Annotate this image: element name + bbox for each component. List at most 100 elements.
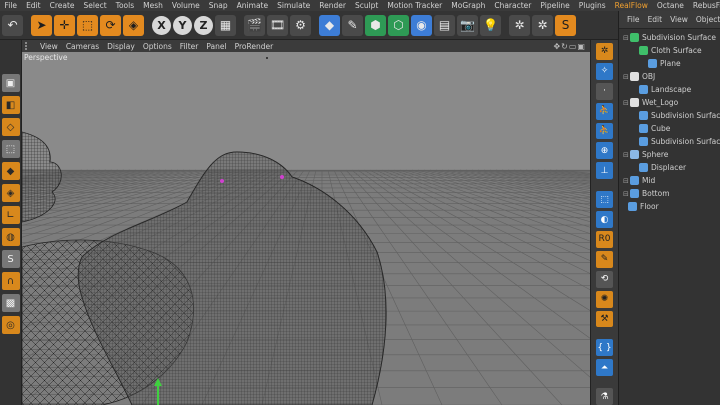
tree-item-sphere[interactable]: ⊟ Sphere: [619, 148, 720, 161]
tree-item-wet-logo[interactable]: ⊟ Wet_Logo: [619, 96, 720, 109]
menu-item-animate[interactable]: Animate: [232, 1, 272, 10]
model-icon[interactable]: ▣: [1, 74, 20, 92]
realflow-scene-icon[interactable]: ✲: [596, 43, 613, 60]
tree-item-mid[interactable]: ⊟ Mid: [619, 174, 720, 187]
camera-icon[interactable]: 📷: [457, 14, 478, 36]
cube-icon[interactable]: ◆: [319, 14, 340, 36]
tree-item-cloth-surface[interactable]: Cloth Surface: [619, 44, 720, 57]
menu-item-tools[interactable]: Tools: [111, 1, 138, 10]
mesher-icon[interactable]: ⛹: [596, 102, 613, 120]
menu-item-realflow[interactable]: RealFlow: [610, 1, 652, 10]
menu-item-edit[interactable]: Edit: [22, 1, 46, 10]
axis-x-icon[interactable]: X: [152, 15, 171, 35]
coordinate-system-icon[interactable]: ▦: [215, 14, 236, 36]
light-icon[interactable]: 💡: [480, 14, 501, 36]
environment-icon[interactable]: ◉: [411, 14, 432, 36]
mesh-icon[interactable]: ◧: [1, 96, 20, 114]
menu-item-character[interactable]: Character: [490, 1, 536, 10]
realflow-icon-2[interactable]: ✲: [532, 14, 553, 36]
import-icon[interactable]: ⚗: [596, 388, 613, 405]
point-icon[interactable]: ◇: [1, 118, 20, 136]
viewport-nav-icons[interactable]: ✥↻▭▣: [553, 42, 590, 51]
menu-item-octane[interactable]: Octane: [652, 1, 688, 10]
object-menu-view[interactable]: View: [666, 15, 692, 24]
menu-item-motion-tracker[interactable]: Motion Tracker: [383, 1, 447, 10]
axis-z-icon[interactable]: Z: [194, 15, 213, 35]
subdivision-icon[interactable]: ⬢: [365, 14, 386, 36]
rotate-icon[interactable]: ⟳: [100, 14, 121, 36]
menu-item-snap[interactable]: Snap: [204, 1, 232, 10]
expand-toggle-icon[interactable]: ⊟: [623, 177, 629, 185]
realflow-icon[interactable]: ✲: [509, 14, 530, 36]
menu-item-select[interactable]: Select: [79, 1, 111, 10]
object-menu-object[interactable]: Object: [692, 15, 720, 24]
move-icon[interactable]: ✛: [54, 14, 75, 36]
render-settings-icon[interactable]: ⚙: [290, 14, 311, 36]
menu-item-volume[interactable]: Volume: [167, 1, 204, 10]
menu-item-rebusfarm[interactable]: RebusFarm: [688, 1, 720, 10]
tree-item-landscape[interactable]: Landscape: [619, 83, 720, 96]
rigid-icon[interactable]: ⛹: [596, 122, 613, 140]
object-menu-file[interactable]: File: [623, 15, 644, 24]
uv-icon[interactable]: ◈: [1, 184, 20, 202]
menu-item-mesh[interactable]: Mesh: [139, 1, 168, 10]
viewport-menu-cameras[interactable]: Cameras: [62, 42, 103, 51]
r0-icon[interactable]: R0: [596, 230, 613, 248]
wet-icon[interactable]: ✎: [596, 250, 613, 268]
object-icon[interactable]: ◈: [123, 14, 144, 36]
particle-icon[interactable]: ⚒: [596, 310, 613, 328]
expand-toggle-icon[interactable]: ⊟: [623, 34, 629, 42]
floor-icon[interactable]: ▤: [434, 14, 455, 36]
spline-pen-icon[interactable]: ✎: [342, 14, 363, 36]
domain-icon[interactable]: ⊥: [596, 162, 613, 180]
export-icon[interactable]: ⏶: [596, 359, 613, 377]
polygon-icon[interactable]: ◆: [1, 162, 20, 180]
select-arrow-icon[interactable]: ➤: [31, 14, 52, 36]
axis-icon[interactable]: ∟: [1, 206, 20, 224]
solver-icon[interactable]: ⊕: [596, 142, 613, 160]
menu-item-simulate[interactable]: Simulate: [273, 1, 315, 10]
menu-item-pipeline[interactable]: Pipeline: [536, 1, 574, 10]
menu-item-create[interactable]: Create: [45, 1, 79, 10]
scale-icon[interactable]: ⬚: [77, 14, 98, 36]
tree-item-displacer[interactable]: Displacer: [619, 161, 720, 174]
daemon-icon[interactable]: ·: [596, 82, 613, 100]
node-icon[interactable]: ⬚: [596, 191, 613, 209]
snap-icon[interactable]: S: [1, 250, 20, 268]
tree-item-subdivision-surface[interactable]: Subdivision Surface: [619, 135, 720, 148]
vortex-icon[interactable]: ✺: [596, 290, 613, 308]
viewport-menu-panel[interactable]: Panel: [202, 42, 230, 51]
expand-toggle-icon[interactable]: ⊟: [623, 151, 629, 159]
render-picture-icon[interactable]: 🎞: [267, 14, 288, 36]
deformer-icon[interactable]: ⬡: [388, 14, 409, 36]
render-view-icon[interactable]: 🎬: [244, 14, 265, 36]
object-menu-edit[interactable]: Edit: [644, 15, 667, 24]
expand-toggle-icon[interactable]: ⊟: [623, 190, 629, 198]
viewport-menu-filter[interactable]: Filter: [176, 42, 203, 51]
selected-point[interactable]: [280, 175, 284, 179]
locking-icon[interactable]: ◎: [1, 316, 20, 334]
octane-icon[interactable]: S: [555, 14, 576, 36]
magnet-icon[interactable]: ∩: [1, 272, 20, 290]
menu-item-sculpt[interactable]: Sculpt: [350, 1, 382, 10]
sculpt-icon[interactable]: ◍: [1, 228, 20, 246]
tree-item-floor[interactable]: Floor: [619, 200, 720, 213]
undo-icon[interactable]: ↶: [2, 14, 23, 36]
viewport-menu-view[interactable]: View: [36, 42, 62, 51]
menu-item-plugins[interactable]: Plugins: [574, 1, 610, 10]
axis-y-icon[interactable]: Y: [173, 15, 192, 35]
tree-item-cube[interactable]: Cube: [619, 122, 720, 135]
viewport-menu-display[interactable]: Display: [103, 42, 139, 51]
workplane-icon[interactable]: ▩: [1, 294, 20, 312]
viewport-menu-options[interactable]: Options: [139, 42, 176, 51]
sim-icon[interactable]: { }: [596, 339, 613, 357]
gravity-icon[interactable]: ⟲: [596, 270, 613, 288]
expand-toggle-icon[interactable]: ⊟: [623, 73, 629, 81]
tree-item-subdivision-surface[interactable]: ⊟ Subdivision Surface: [619, 31, 720, 44]
tree-item-obj[interactable]: ⊟ OBJ: [619, 70, 720, 83]
menu-item-mograph[interactable]: MoGraph: [447, 1, 490, 10]
tree-item-subdivision-surface-1[interactable]: Subdivision Surface.1: [619, 109, 720, 122]
edge-icon[interactable]: ⬚: [1, 140, 20, 158]
menu-item-render[interactable]: Render: [315, 1, 351, 10]
viewport-perspective[interactable]: Perspective: [22, 52, 590, 405]
